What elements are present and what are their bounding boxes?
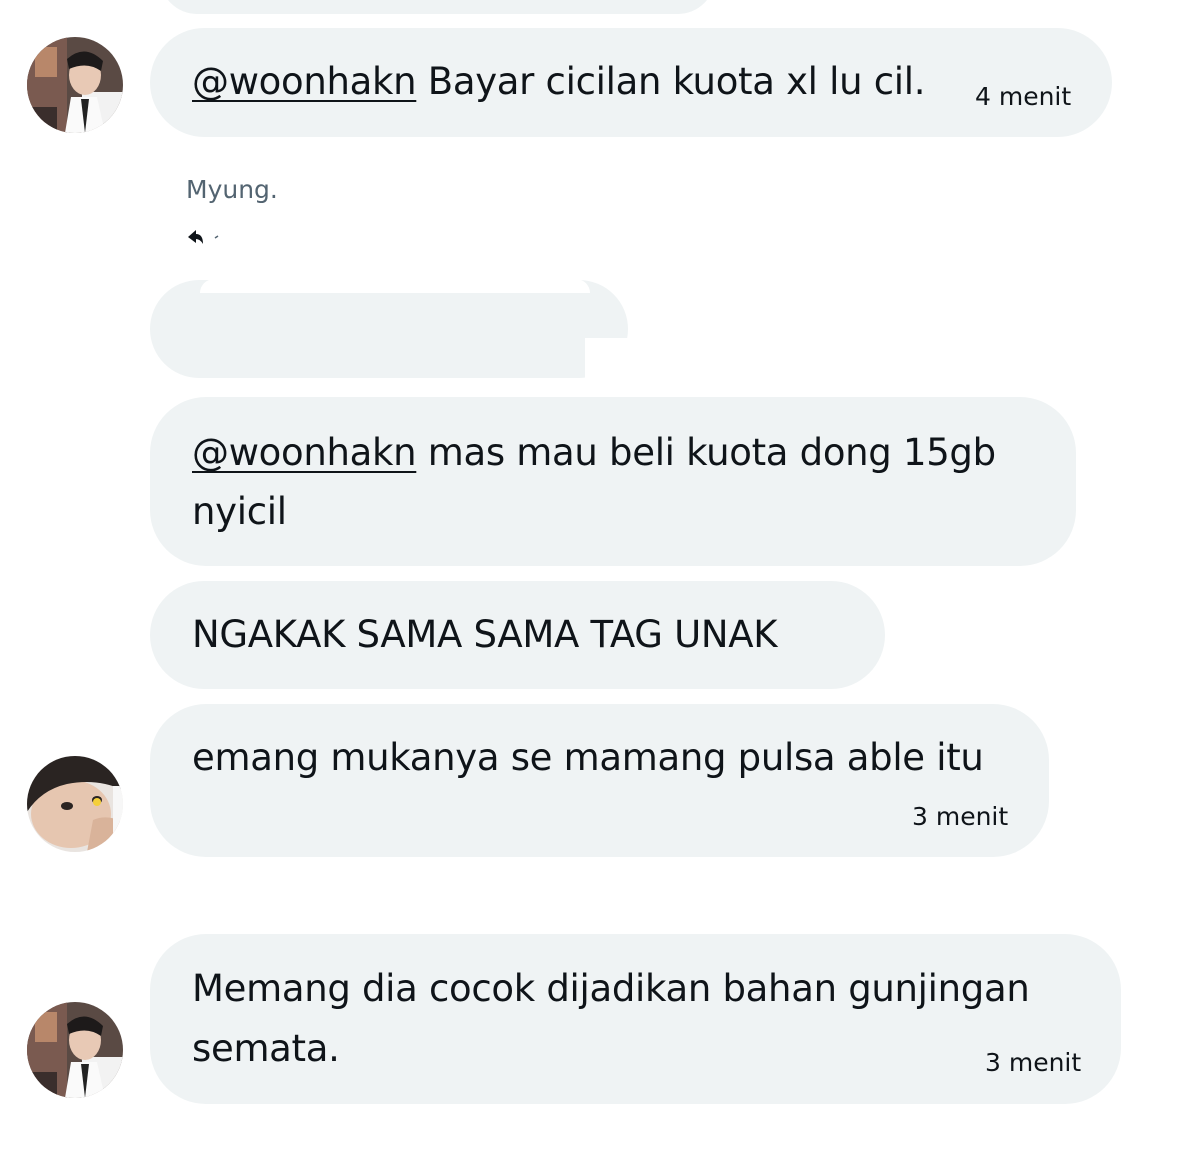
message-text: NGAKAK SAMA SAMA TAG UNAK bbox=[192, 613, 778, 656]
quoted-overlay-right bbox=[585, 338, 635, 380]
message-text: emang mukanya se mamang pulsa able itu bbox=[192, 736, 984, 779]
avatar[interactable] bbox=[27, 1002, 123, 1098]
message-timestamp: 3 menit bbox=[985, 1048, 1082, 1077]
quoted-overlay bbox=[200, 279, 590, 293]
message-text-line2: semata. bbox=[192, 1027, 340, 1070]
message-bubble-cutoff bbox=[160, 0, 715, 14]
message-text: @woonhakn mas mau beli kuota dong 15gb bbox=[192, 423, 996, 483]
message-text: @woonhakn Bayar cicilan kuota xl lu cil. bbox=[192, 52, 925, 112]
message-body: mas mau beli kuota dong 15gb bbox=[416, 431, 996, 474]
message-timestamp: 3 menit bbox=[912, 802, 1009, 831]
message-timestamp: 4 menit bbox=[975, 82, 1072, 111]
avatar[interactable] bbox=[27, 756, 123, 852]
mention-link[interactable]: @woonhakn bbox=[192, 60, 417, 103]
message-text-line2: nyicil bbox=[192, 490, 287, 533]
avatar[interactable] bbox=[27, 37, 123, 133]
sender-name: Myung. bbox=[186, 175, 278, 204]
message-body: Bayar cicilan kuota xl lu cil. bbox=[416, 60, 926, 103]
mention-link[interactable]: @woonhakn bbox=[192, 431, 417, 474]
quoted-message-bubble[interactable] bbox=[150, 280, 628, 378]
reply-arrow-icon[interactable] bbox=[184, 228, 224, 254]
message-text: Memang dia cocok dijadikan bahan gunjing… bbox=[192, 967, 1030, 1010]
